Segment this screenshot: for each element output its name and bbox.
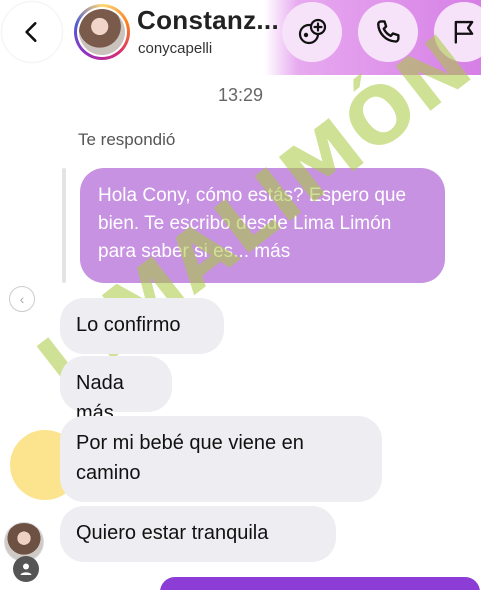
add-video-call-icon: [298, 18, 327, 45]
flag-icon: [454, 20, 474, 44]
outgoing-message-bubble[interactable]: [160, 577, 480, 590]
reply-quote-bar: [62, 168, 66, 283]
message-bubble[interactable]: Nada más: [60, 356, 172, 424]
quoted-message-bubble[interactable]: Hola Cony, cómo estás? Espero que bien. …: [80, 168, 445, 283]
message-bubble[interactable]: Lo confirmo: [60, 298, 224, 354]
chat-header: Constanz... conycapelli: [0, 0, 481, 75]
reply-label: Te respondió: [78, 130, 176, 149]
message-bubble[interactable]: Quiero estar tranquila: [60, 506, 336, 562]
profile-button[interactable]: [13, 556, 39, 582]
contact-photo: [79, 9, 125, 55]
contact-name[interactable]: Constanz...: [137, 5, 279, 36]
contact-handle[interactable]: conycapelli: [138, 40, 212, 57]
phone-call-button[interactable]: [358, 2, 418, 62]
reply-arrow-button[interactable]: ‹: [9, 286, 35, 312]
video-call-button[interactable]: [282, 2, 342, 62]
chevron-left-icon: [25, 22, 37, 42]
reply-arrow-icon: ‹: [19, 291, 25, 307]
back-button[interactable]: [2, 2, 62, 62]
message-timestamp: 13:29: [217, 85, 264, 105]
message-bubble[interactable]: Por mi bebé que viene en camino: [60, 416, 382, 502]
phone-icon: [377, 20, 400, 43]
profile-icon: [20, 563, 32, 575]
report-button[interactable]: [434, 2, 481, 62]
contact-avatar[interactable]: [74, 4, 130, 60]
